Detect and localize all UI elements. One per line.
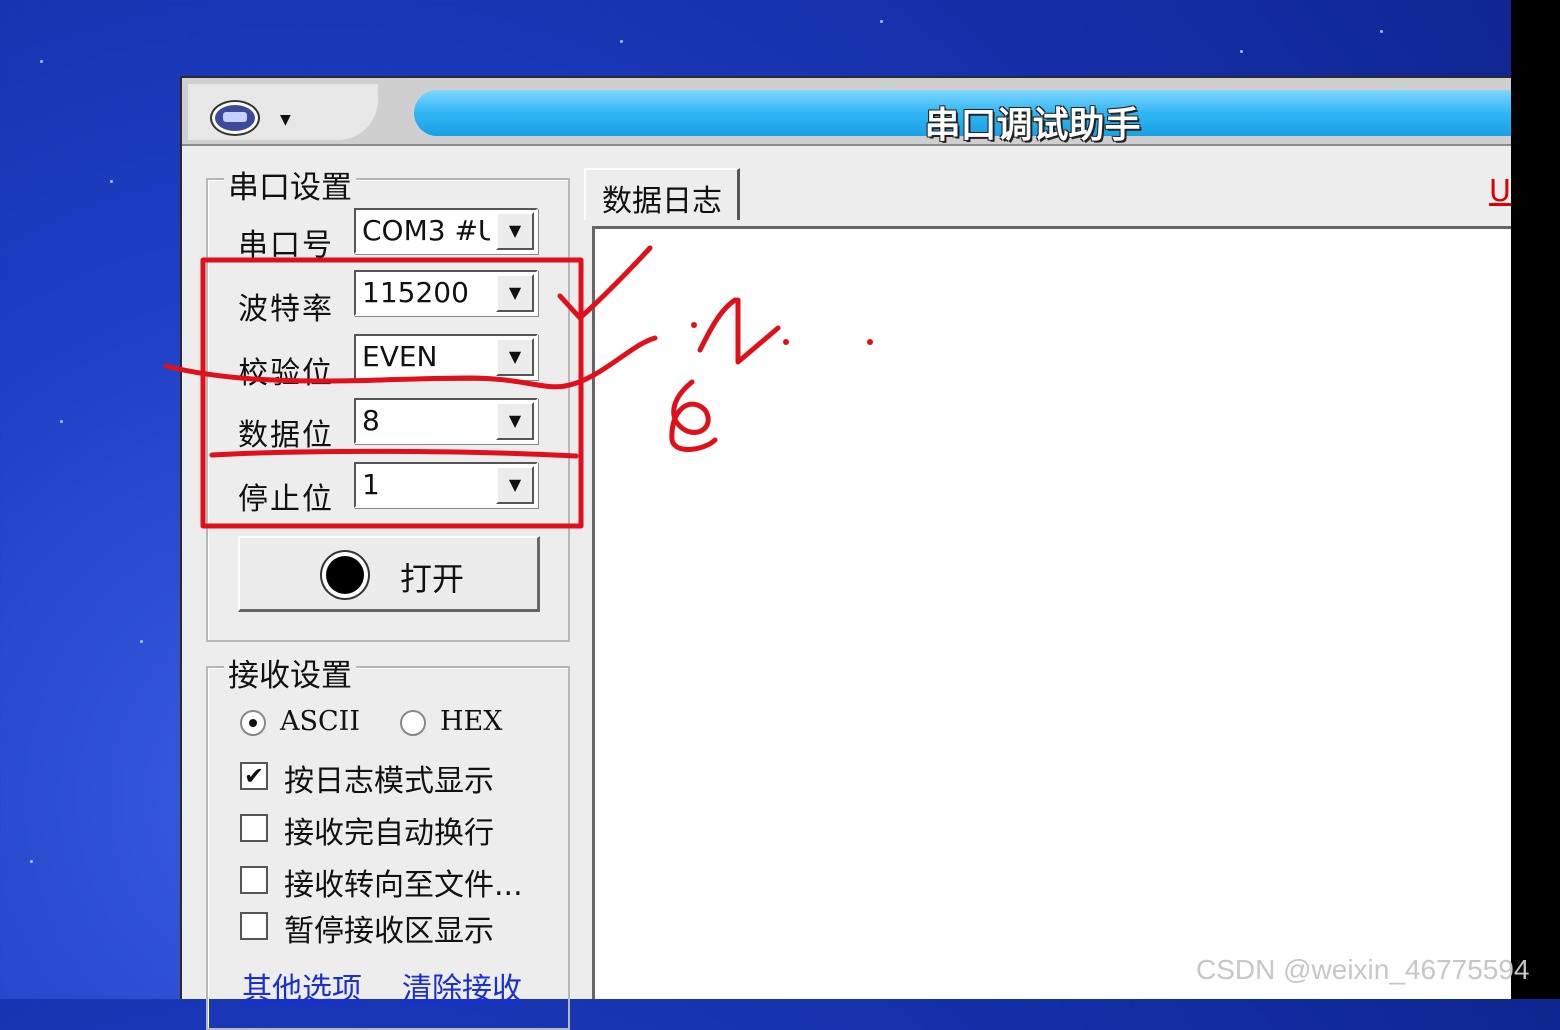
ascii-label: ASCII — [280, 706, 360, 737]
clear-receive-link[interactable]: 清除接收 — [402, 964, 522, 1008]
partial-link[interactable]: U — [1489, 174, 1511, 209]
databits-select[interactable]: 8 ▼ — [354, 398, 538, 444]
black-border — [1511, 0, 1560, 999]
redirect-file-label: 接收转向至文件... — [284, 868, 523, 903]
more-options-link[interactable]: 其他选项 — [242, 964, 362, 1008]
hex-label: HEX — [440, 706, 503, 737]
star — [140, 640, 143, 643]
databits-label: 数据位 — [238, 418, 334, 453]
serial-assistant-window: ▼ 串口调试助手 串口设置 串口号 COM3 #US ▼ 波特率 115200 … — [180, 76, 1511, 1030]
baud-dropdown-button[interactable]: ▼ — [496, 274, 534, 312]
star — [880, 20, 883, 23]
receive-settings-group: 接收设置 ASCII HEX ✔ 按日志模式显示 接收完自动换行 接收转向至文件… — [206, 650, 570, 1030]
parity-select[interactable]: EVEN ▼ — [354, 334, 538, 380]
star — [620, 40, 623, 43]
auto-newline-label: 接收完自动换行 — [284, 816, 494, 851]
serial-settings-title: 串口设置 — [224, 162, 356, 207]
star — [1240, 50, 1243, 53]
baud-select[interactable]: 115200 ▼ — [354, 270, 538, 316]
port-value: COM3 #US — [362, 214, 490, 247]
serial-settings-group: 串口设置 串口号 COM3 #US ▼ 波特率 115200 ▼ 校验位 EVE… — [206, 162, 570, 642]
port-label: 串口号 — [238, 228, 334, 263]
menu-arrow-icon[interactable]: ▼ — [280, 112, 291, 128]
parity-dropdown-button[interactable]: ▼ — [496, 338, 534, 376]
title-band: 串口调试助手 — [414, 90, 1511, 146]
star — [30, 860, 33, 863]
watermark: CSDN @weixin_46775594 — [1196, 954, 1530, 985]
baud-label: 波特率 — [238, 292, 334, 327]
window-title: 串口调试助手 — [924, 105, 1141, 146]
parity-label: 校验位 — [238, 356, 334, 391]
ascii-radio[interactable] — [240, 710, 266, 736]
tab-data-log-label: 数据日志 — [602, 184, 722, 219]
baud-value: 115200 — [362, 276, 469, 309]
star — [110, 180, 113, 183]
star — [60, 420, 63, 423]
pause-display-label: 暂停接收区显示 — [284, 914, 494, 949]
pause-display-checkbox[interactable] — [240, 912, 268, 940]
open-port-label: 打开 — [400, 560, 465, 598]
tab-data-log[interactable]: 数据日志 — [584, 168, 740, 220]
system-menu[interactable]: ▼ — [188, 84, 378, 140]
open-port-button[interactable]: 打开 — [238, 536, 540, 612]
port-dropdown-button[interactable]: ▼ — [496, 212, 534, 250]
star — [40, 60, 43, 63]
hex-radio[interactable] — [400, 710, 426, 736]
databits-dropdown-button[interactable]: ▼ — [496, 402, 534, 440]
log-display-area[interactable] — [592, 226, 1511, 999]
title-bar[interactable]: ▼ 串口调试助手 — [182, 78, 1511, 146]
app-icon[interactable] — [212, 102, 258, 134]
log-mode-label: 按日志模式显示 — [284, 764, 494, 799]
stopbits-value: 1 — [362, 468, 380, 501]
databits-value: 8 — [362, 404, 380, 437]
log-mode-checkbox[interactable]: ✔ — [240, 762, 268, 790]
auto-newline-checkbox[interactable] — [240, 814, 268, 842]
redirect-file-checkbox[interactable] — [240, 866, 268, 894]
port-select[interactable]: COM3 #US ▼ — [354, 208, 538, 254]
stopbits-select[interactable]: 1 ▼ — [354, 462, 538, 508]
parity-value: EVEN — [362, 340, 438, 373]
star — [1380, 30, 1383, 33]
receive-settings-title: 接收设置 — [224, 650, 356, 695]
stopbits-label: 停止位 — [238, 482, 334, 517]
stopbits-dropdown-button[interactable]: ▼ — [496, 466, 534, 504]
status-led-icon — [326, 556, 364, 594]
